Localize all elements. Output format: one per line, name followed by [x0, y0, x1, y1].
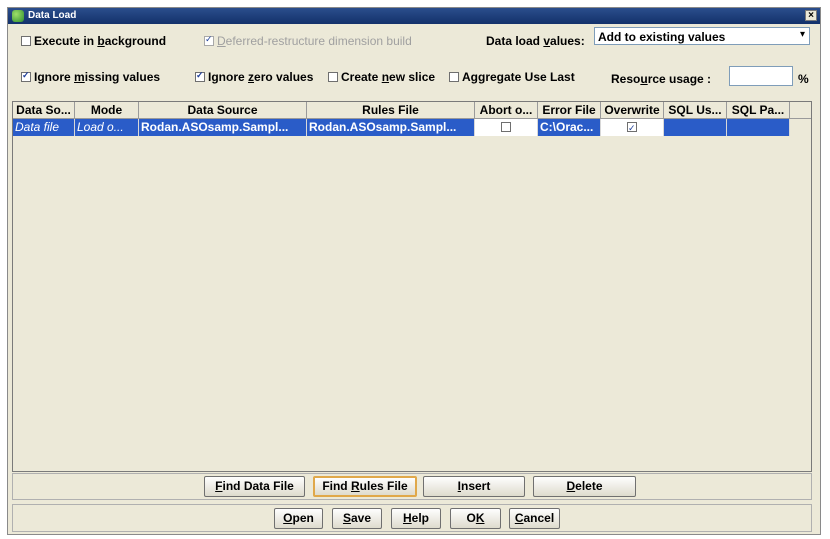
col-header-sql-password[interactable]: SQL Pa... [727, 102, 790, 119]
cancel-button[interactable]: Cancel [509, 508, 560, 529]
create-new-slice-checkbox[interactable]: Create new slice [328, 70, 435, 84]
ignore-zero-values-checkbox[interactable]: Ignore zero values [195, 70, 313, 84]
resource-usage-label: Resource usage : [611, 72, 712, 86]
cell-data-source-type[interactable]: Data file [13, 119, 75, 136]
col-header-mode[interactable]: Mode [75, 102, 139, 119]
cell-sql-user[interactable] [664, 119, 727, 136]
title-bar: Data Load × [8, 8, 820, 24]
help-button[interactable]: Help [391, 508, 441, 529]
app-icon [12, 10, 24, 22]
data-load-values-label: Data load values: [486, 34, 585, 48]
data-load-grid[interactable]: Data So... Mode Data Source Rules File A… [12, 101, 812, 472]
checkbox-box [204, 34, 214, 46]
checkbox-box[interactable] [328, 72, 338, 82]
find-data-file-button[interactable]: Find Data File [204, 476, 305, 497]
checkbox-box[interactable] [21, 36, 31, 46]
checkbox-box[interactable] [21, 70, 31, 82]
cell-abort-on-error[interactable] [475, 119, 538, 136]
col-header-filler [790, 102, 811, 119]
col-header-data-source[interactable]: Data Source [139, 102, 307, 119]
col-header-abort-on-error[interactable]: Abort o... [475, 102, 538, 119]
cell-sql-password[interactable] [727, 119, 790, 136]
window-title: Data Load [28, 10, 77, 21]
grid-actions-bar: Find Data File Find Rules File Insert De… [12, 473, 812, 500]
overwrite-checkbox[interactable] [627, 120, 637, 136]
cell-overwrite[interactable] [601, 119, 664, 136]
cell-mode[interactable]: Load o... [75, 119, 139, 136]
cell-error-file[interactable]: C:\Orac... [538, 119, 601, 136]
resource-usage-input[interactable] [729, 66, 793, 86]
col-header-overwrite[interactable]: Overwrite [601, 102, 664, 119]
delete-button[interactable]: Delete [533, 476, 636, 497]
checkbox-box[interactable] [449, 72, 459, 82]
execute-in-background-checkbox[interactable]: Execute in background [21, 34, 166, 48]
insert-button[interactable]: Insert [423, 476, 525, 497]
data-load-values-select[interactable]: Add to existing values ▾ [594, 27, 810, 45]
ok-button[interactable]: OK [450, 508, 501, 529]
col-header-rules-file[interactable]: Rules File [307, 102, 475, 119]
aggregate-use-last-checkbox[interactable]: Aggregate Use Last [449, 70, 575, 84]
save-button[interactable]: Save [332, 508, 382, 529]
col-header-data-source-type[interactable]: Data So... [13, 102, 75, 119]
open-button[interactable]: Open [274, 508, 323, 529]
cell-data-source[interactable]: Rodan.ASOsamp.Sampl... [139, 119, 307, 136]
col-header-sql-user[interactable]: SQL Us... [664, 102, 727, 119]
cell-rules-file[interactable]: Rodan.ASOsamp.Sampl... [307, 119, 475, 136]
abort-on-error-checkbox[interactable] [501, 122, 511, 132]
deferred-restructure-checkbox: Deferred-restructure dimension build [204, 34, 412, 48]
find-rules-file-button[interactable]: Find Rules File [313, 476, 417, 497]
close-button[interactable]: × [805, 10, 817, 21]
dropdown-arrow-icon[interactable]: ▾ [800, 29, 805, 40]
col-header-error-file[interactable]: Error File [538, 102, 601, 119]
ignore-missing-values-checkbox[interactable]: Ignore missing values [21, 70, 160, 84]
checkbox-box[interactable] [195, 70, 205, 82]
percent-label: % [798, 72, 809, 86]
select-value: Add to existing values [598, 30, 726, 44]
dialog-actions-bar: Open Save Help OK Cancel [12, 504, 812, 532]
